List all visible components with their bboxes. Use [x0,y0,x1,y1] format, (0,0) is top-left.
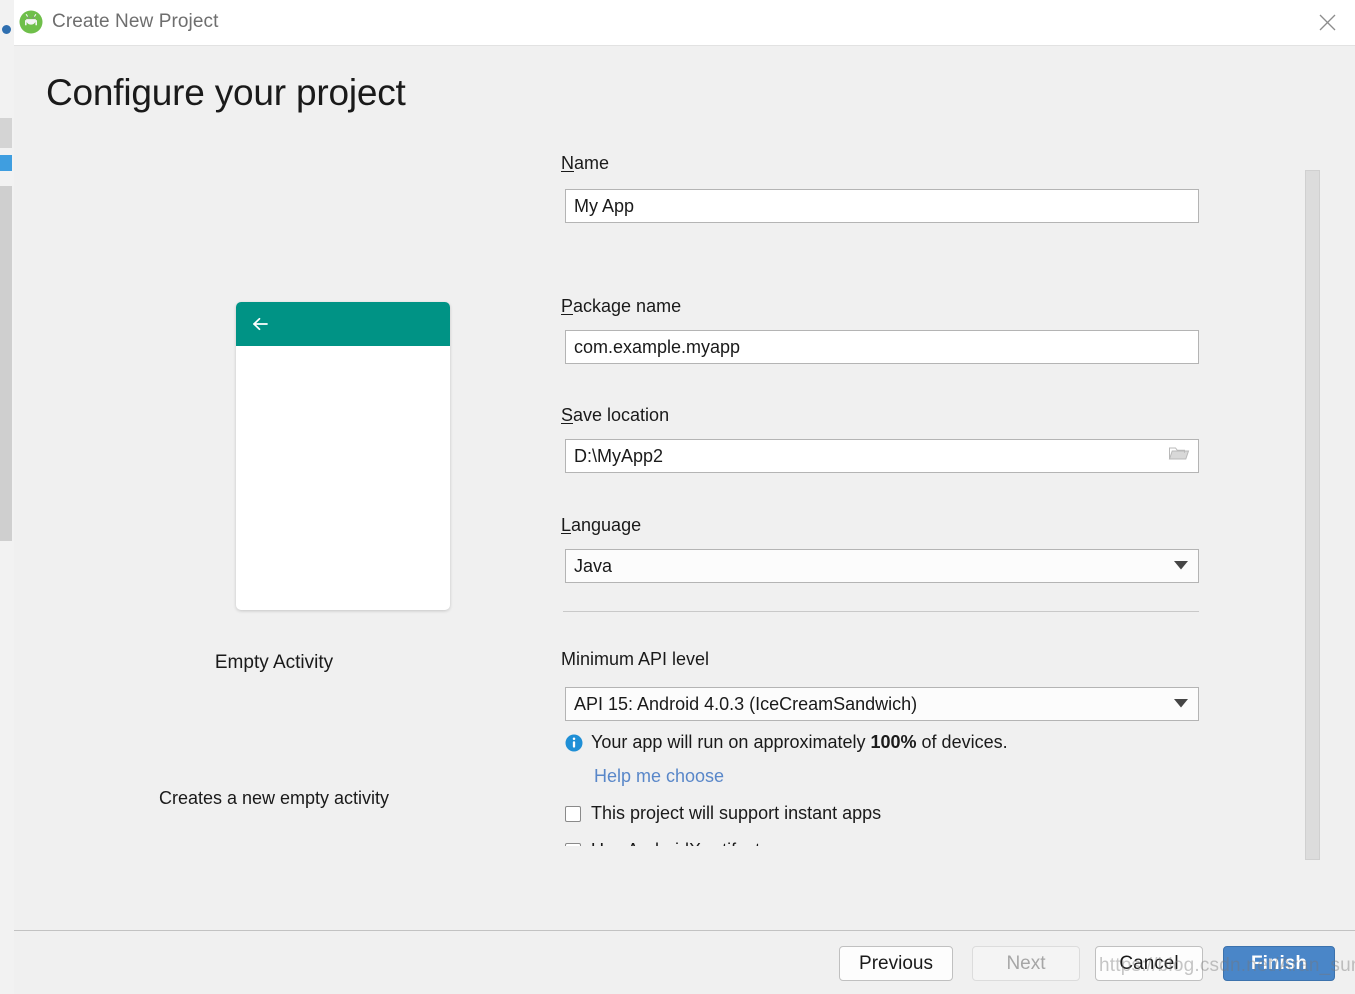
finish-button[interactable]: Finish [1223,946,1335,981]
scrollbar-thumb[interactable] [1305,170,1320,860]
save-location-label-mnemonic: S [561,405,574,425]
close-icon[interactable] [1299,0,1355,45]
instant-apps-checkbox-row[interactable]: This project will support instant apps [565,803,881,824]
save-location-field-label: Save location [561,404,669,426]
folder-icon[interactable] [1168,445,1190,468]
language-label-rest: anguage [571,515,642,535]
api-coverage-suffix: of devices. [916,732,1008,752]
template-appbar [236,302,450,346]
create-new-project-dialog: Create New Project Configure your projec… [14,0,1355,994]
language-dropdown-value: Java [574,555,613,576]
template-preview-panel: Empty Activity Creates a new empty activ… [14,130,534,930]
package-field-label: Package name [561,295,681,317]
template-description-label: Creates a new empty activity [158,788,390,808]
package-name-input[interactable]: com.example.myapp [565,330,1199,364]
instant-apps-checkbox-label: This project will support instant apps [591,803,882,823]
android-studio-icon [18,9,44,35]
help-me-choose-link[interactable]: Help me choose [594,766,724,787]
next-button: Next [972,946,1080,981]
api-coverage-note: Your app will run on approximately 100% … [565,731,1008,757]
name-label-rest: ame [574,153,610,173]
info-icon [565,734,583,757]
name-label-mnemonic: N [561,153,574,173]
api-coverage-text: Your app will run on approximately 100% … [591,731,1008,753]
dialog-content: Empty Activity Creates a new empty activ… [14,130,1355,930]
cancel-button[interactable]: Cancel [1095,946,1203,981]
api-coverage-percent: 100% [870,732,917,752]
background-toolbar-strip [0,118,12,148]
name-input[interactable]: My App [565,189,1199,223]
instant-apps-checkbox[interactable] [565,805,581,822]
name-input-value: My App [574,195,635,216]
dialog-title: Create New Project [52,11,219,32]
chevron-down-icon [1174,557,1188,575]
chevron-down-icon [1174,695,1188,713]
language-dropdown[interactable]: Java [565,549,1199,583]
template-preview-card [236,302,450,610]
background-window-sliver [0,0,15,994]
form-vertical-scrollbar[interactable] [1305,170,1320,860]
dialog-footer: Previous Next Cancel Finish [14,931,1355,994]
form-section-divider [563,611,1199,612]
api-coverage-prefix: Your app will run on approximately [591,732,871,752]
template-name-label: Empty Activity [214,652,334,673]
api-level-dropdown[interactable]: API 15: Android 4.0.3 (IceCreamSandwich) [565,687,1199,721]
back-arrow-icon [250,314,270,334]
language-field-label: Language [561,514,641,536]
language-label-mnemonic: L [561,515,572,535]
package-label-mnemonic: P [561,296,574,316]
save-location-input-value: D:\MyApp2 [574,445,664,466]
background-dot-icon [2,25,11,34]
previous-button[interactable]: Previous [839,946,953,981]
api-level-field-label: Minimum API level [561,649,710,669]
background-accent-strip [0,155,12,171]
api-level-dropdown-value: API 15: Android 4.0.3 (IceCreamSandwich) [574,693,918,714]
dialog-titlebar: Create New Project [14,0,1355,46]
project-config-form: Name My App Package name com.example.mya… [559,130,1204,930]
save-location-input[interactable]: D:\MyApp2 [565,439,1199,473]
name-field-label: Name [561,152,609,174]
save-location-label-rest: ave location [573,405,670,425]
background-panel-strip [0,186,12,541]
page-title: Configure your project [46,72,406,113]
package-name-input-value: com.example.myapp [574,336,741,357]
form-scroll-clip [559,846,1259,930]
package-label-rest: ackage name [573,296,682,316]
